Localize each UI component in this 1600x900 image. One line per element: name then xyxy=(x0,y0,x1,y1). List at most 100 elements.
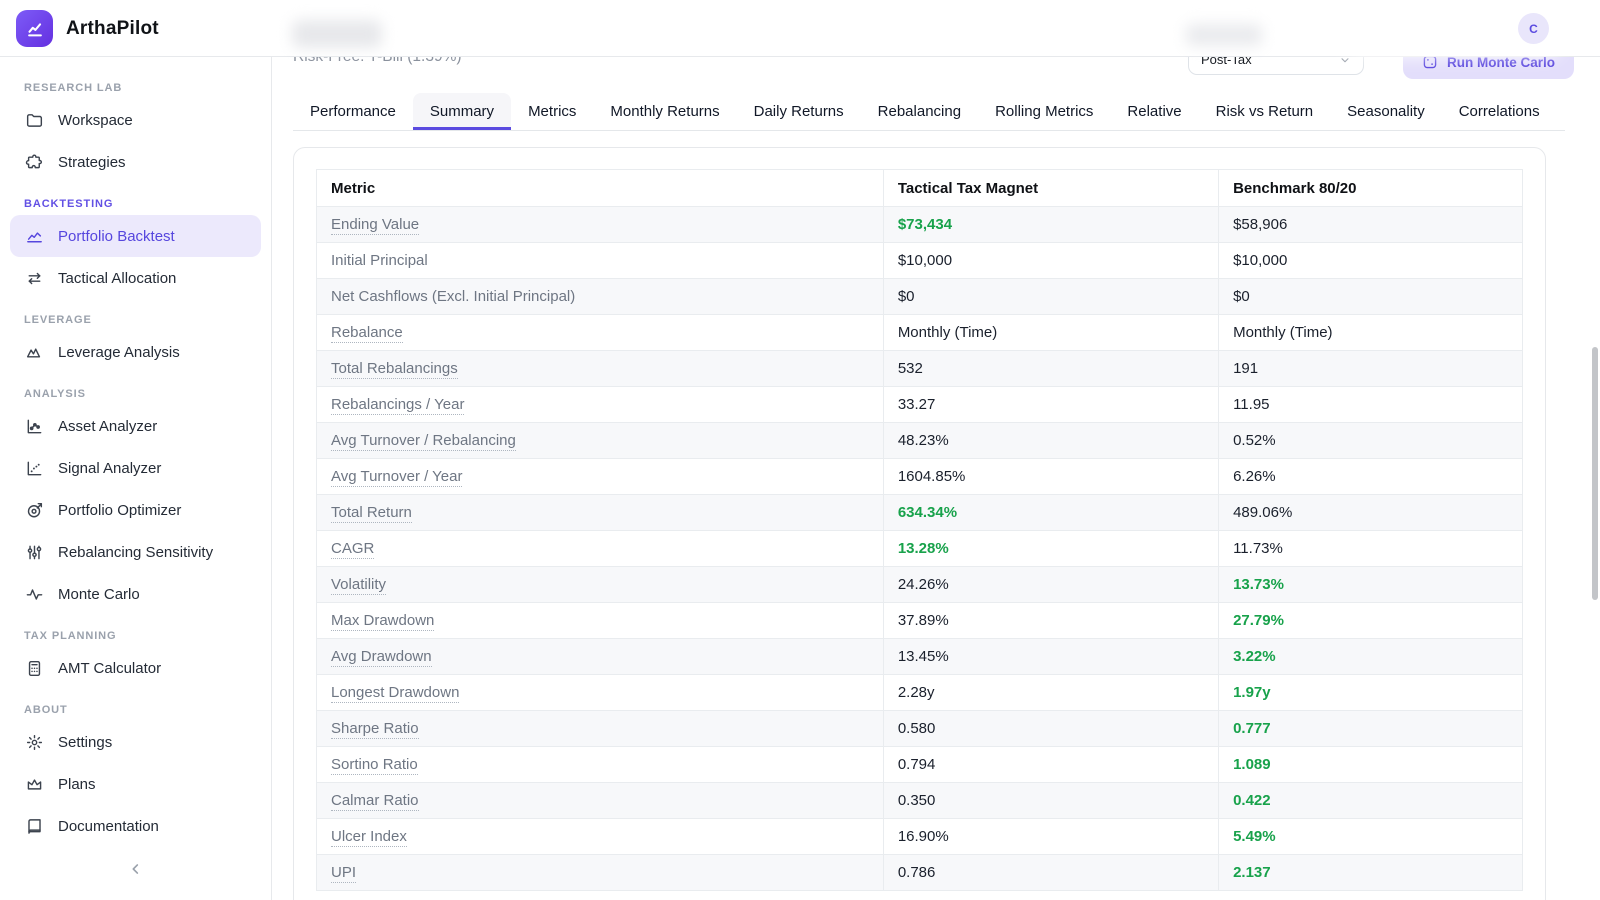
sidebar-item-rebalancing-sensitivity[interactable]: Rebalancing Sensitivity xyxy=(10,531,261,573)
metric-cell-ulcer-index[interactable]: Ulcer Index xyxy=(331,828,407,847)
metric-cell-net-cashflows-excl-initial-principal: Net Cashflows (Excl. Initial Principal) xyxy=(331,288,575,305)
value-cell-strategy: 0.786 xyxy=(883,855,1218,891)
table-row: Longest Drawdown 2.28y1.97y xyxy=(317,675,1523,711)
sidebar-item-signal-analyzer[interactable]: Signal Analyzer xyxy=(10,447,261,489)
sidebar-item-strategies[interactable]: Strategies xyxy=(10,141,261,183)
app-logo-icon[interactable] xyxy=(16,10,53,47)
metric-cell-total-rebalancings[interactable]: Total Rebalancings xyxy=(331,360,458,379)
value-cell-benchmark: 11.95 xyxy=(1219,387,1523,423)
sidebar-item-label: Asset Analyzer xyxy=(58,418,157,435)
sidebar-item-label: Documentation xyxy=(58,818,159,835)
sidebar-nav: Research Lab Workspace Strategies Backtesti… xyxy=(0,57,271,838)
sidebar-item-label: Settings xyxy=(58,734,112,751)
metric-cell-avg-turnover-rebalancing[interactable]: Avg Turnover / Rebalancing xyxy=(331,432,516,451)
column-header-tactical-tax-magnet: Tactical Tax Magnet xyxy=(883,170,1218,207)
sidebar-item-workspace[interactable]: Workspace xyxy=(10,99,261,141)
area-chart-icon xyxy=(24,226,44,246)
metric-cell-volatility[interactable]: Volatility xyxy=(331,576,386,595)
metric-cell-sortino-ratio[interactable]: Sortino Ratio xyxy=(331,756,418,775)
sidebar-section-label-analysis: Analysis xyxy=(0,387,271,401)
calculator-icon xyxy=(24,658,44,678)
sidebar-item-asset-analyzer[interactable]: Asset Analyzer xyxy=(10,405,261,447)
puzzle-icon xyxy=(24,152,44,172)
tab-monthly-returns[interactable]: Monthly Returns xyxy=(593,93,736,130)
value-cell-benchmark: 0.422 xyxy=(1219,783,1523,819)
sidebar-collapse-button[interactable] xyxy=(0,838,271,900)
tab-rolling-metrics[interactable]: Rolling Metrics xyxy=(978,93,1110,130)
tab-relative[interactable]: Relative xyxy=(1110,93,1198,130)
table-row: UPI0.7862.137 xyxy=(317,855,1523,891)
sidebar-item-label: Workspace xyxy=(58,112,133,129)
sidebar-item-documentation[interactable]: Documentation xyxy=(10,805,261,838)
table-row: Avg Turnover / Rebalancing48.23%0.52% xyxy=(317,423,1523,459)
scrollbar-thumb[interactable] xyxy=(1592,347,1598,600)
tab-ta[interactable]: Ta xyxy=(1557,93,1565,130)
tab-metrics[interactable]: Metrics xyxy=(511,93,593,130)
top-header-bar: ArthaPilot xyxy=(0,0,1600,57)
sidebar-item-portfolio-optimizer[interactable]: Portfolio Optimizer xyxy=(10,489,261,531)
value-cell-benchmark: 5.49% xyxy=(1219,819,1523,855)
value-cell-benchmark: $58,906 xyxy=(1219,207,1523,243)
scatter-chart-icon xyxy=(24,416,44,436)
value-cell-benchmark: $10,000 xyxy=(1219,243,1523,279)
metric-cell-rebalance[interactable]: Rebalance xyxy=(331,324,403,343)
value-cell-benchmark: 1.089 xyxy=(1219,747,1523,783)
tab-daily-returns[interactable]: Daily Returns xyxy=(737,93,861,130)
table-row: RebalanceMonthly (Time)Monthly (Time) xyxy=(317,315,1523,351)
metric-cell-total-return[interactable]: Total Return xyxy=(331,504,412,523)
metric-cell-max-drawdown[interactable]: Max Drawdown xyxy=(331,612,434,631)
tab-summary[interactable]: Summary xyxy=(413,93,511,130)
activity-icon xyxy=(24,584,44,604)
tab-risk-vs-return[interactable]: Risk vs Return xyxy=(1199,93,1331,130)
column-header-metric: Metric xyxy=(317,170,884,207)
tab-seasonality[interactable]: Seasonality xyxy=(1330,93,1442,130)
value-cell-strategy: 0.794 xyxy=(883,747,1218,783)
sidebar-item-label: Leverage Analysis xyxy=(58,344,180,361)
tab-rebalancing[interactable]: Rebalancing xyxy=(861,93,978,130)
metric-cell-initial-principal: Initial Principal xyxy=(331,252,428,269)
sidebar-section-label-backtesting: Backtesting xyxy=(0,197,271,211)
metric-cell-ending-value[interactable]: Ending Value xyxy=(331,216,419,235)
user-avatar[interactable]: C xyxy=(1518,13,1549,44)
metric-cell-longest-drawdown[interactable]: Longest Drawdown xyxy=(331,684,459,703)
metric-cell-cagr[interactable]: CAGR xyxy=(331,540,374,559)
value-cell-benchmark: 1.97y xyxy=(1219,675,1523,711)
sidebar-section-label-tax-planning: Tax Planning xyxy=(0,629,271,643)
sidebar-item-plans[interactable]: Plans xyxy=(10,763,261,805)
table-row: Total Rebalancings532191 xyxy=(317,351,1523,387)
table-row: Ending Value$73,434$58,906 xyxy=(317,207,1523,243)
metric-cell-avg-drawdown[interactable]: Avg Drawdown xyxy=(331,648,432,667)
sidebar-item-label: Portfolio Backtest xyxy=(58,228,175,245)
metric-cell-rebalancings-year[interactable]: Rebalancings / Year xyxy=(331,396,464,415)
sidebar-item-label: Plans xyxy=(58,776,96,793)
sidebar-item-monte-carlo[interactable]: Monte Carlo xyxy=(10,573,261,615)
sidebar-item-label: AMT Calculator xyxy=(58,660,161,677)
table-row: Ulcer Index16.90%5.49% xyxy=(317,819,1523,855)
tab-performance[interactable]: Performance xyxy=(293,93,413,130)
value-cell-benchmark: 13.73% xyxy=(1219,567,1523,603)
chevron-left-icon xyxy=(127,860,145,878)
sidebar-item-settings[interactable]: Settings xyxy=(10,721,261,763)
sidebar-item-portfolio-backtest[interactable]: Portfolio Backtest xyxy=(10,215,261,257)
summary-metrics-table: MetricTactical Tax MagnetBenchmark 80/20… xyxy=(316,169,1523,891)
metric-cell-sharpe-ratio[interactable]: Sharpe Ratio xyxy=(331,720,419,739)
value-cell-benchmark: 27.79% xyxy=(1219,603,1523,639)
sidebar-item-tactical-allocation[interactable]: Tactical Allocation xyxy=(10,257,261,299)
swap-arrows-icon xyxy=(24,268,44,288)
book-icon xyxy=(24,816,44,836)
sidebar-item-amt-calculator[interactable]: AMT Calculator xyxy=(10,647,261,689)
metric-cell-avg-turnover-year[interactable]: Avg Turnover / Year xyxy=(331,468,462,487)
tab-correlations[interactable]: Correlations xyxy=(1442,93,1557,130)
value-cell-strategy: 532 xyxy=(883,351,1218,387)
sidebar-item-leverage-analysis[interactable]: Leverage Analysis xyxy=(10,331,261,373)
value-cell-strategy: 33.27 xyxy=(883,387,1218,423)
sidebar-section-label-research-lab: Research Lab xyxy=(0,81,271,95)
sidebar-item-label: Monte Carlo xyxy=(58,586,140,603)
crown-icon xyxy=(24,774,44,794)
value-cell-strategy: 48.23% xyxy=(883,423,1218,459)
metric-cell-upi[interactable]: UPI xyxy=(331,864,356,883)
table-row: Avg Turnover / Year1604.85%6.26% xyxy=(317,459,1523,495)
table-row: Total Return634.34%489.06% xyxy=(317,495,1523,531)
metric-cell-calmar-ratio[interactable]: Calmar Ratio xyxy=(331,792,419,811)
value-cell-strategy: 2.28y xyxy=(883,675,1218,711)
